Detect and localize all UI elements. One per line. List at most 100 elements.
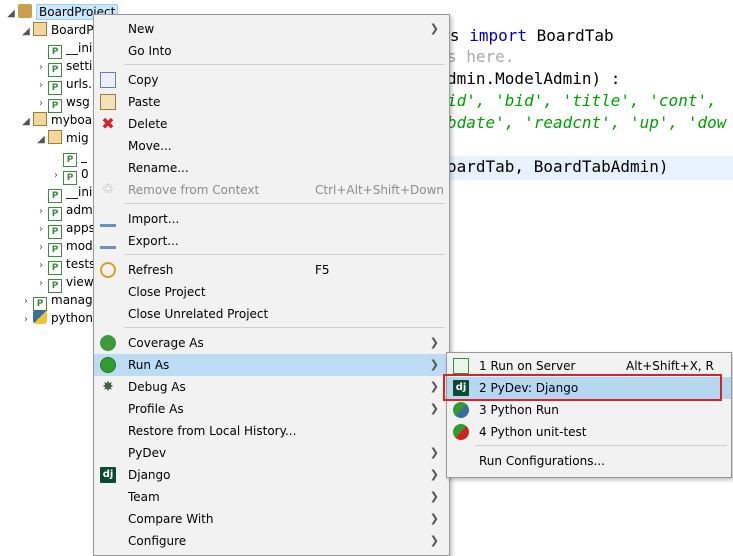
tree-item[interactable]: › Pmanag [19,291,93,311]
expand-arrow-icon[interactable]: ◢ [4,5,18,23]
tree-item-label: myboa [51,113,93,127]
tree-item[interactable]: › Padm [34,201,93,221]
tree-item[interactable]: › Purls. [34,75,92,95]
tree-item[interactable]: › Pmod [34,237,93,257]
submenu-arrow-icon: ❯ [429,402,439,415]
submenu-arrow-icon: ❯ [429,534,439,547]
package-icon [48,130,62,144]
menu-separator [124,64,445,65]
tree-item[interactable]: › Ptests [34,255,96,275]
menu-item-import[interactable]: Import... [94,208,449,230]
tree-item-label: apps [66,221,95,235]
refresh-icon [100,262,116,278]
tree-item[interactable]: › Papps [34,219,95,239]
menu-item-configure[interactable]: Configure ❯ [94,530,449,552]
expand-arrow-icon[interactable]: ◢ [19,23,33,41]
tree-item-label: __ini [66,41,93,55]
server-icon [453,358,469,374]
submenu-arrow-icon: ❯ [429,512,439,525]
expand-arrow-icon[interactable]: ◢ [34,131,48,149]
menu-item-paste[interactable]: Paste [94,91,449,113]
menu-item-coverage-as[interactable]: Coverage As ❯ [94,332,449,354]
tree-item[interactable]: › Pview [34,273,94,293]
menu-item-debug-as[interactable]: ✸ Debug As ❯ [94,376,449,398]
menu-item-shortcut: F5 [315,263,330,277]
tree-item[interactable]: › Pwsg [34,93,90,113]
copy-icon [100,72,116,88]
submenu-item-label: 3 Python Run [479,403,559,417]
tree-item[interactable]: › python [19,309,93,327]
menu-item-export[interactable]: Export... [94,230,449,252]
menu-item-delete[interactable]: ✖ Delete [94,113,449,135]
menu-item-team[interactable]: Team ❯ [94,486,449,508]
menu-item-restore-from-local-history[interactable]: Restore from Local History... [94,420,449,442]
tree-item[interactable]: P __ini [34,39,93,59]
tree-item[interactable]: ◢ myboa [19,111,92,129]
menu-item-label: Profile As [128,402,184,416]
menu-item-remove-from-context[interactable]: ♲ Remove from Context Ctrl+Alt+Shift+Down [94,179,449,201]
tree-item-label: BoardP [51,23,94,37]
python-run-icon [453,402,469,418]
remove-context-icon: ♲ [102,182,114,197]
menu-item-django[interactable]: dj Django ❯ [94,464,449,486]
menu-item-go-into[interactable]: Go Into [94,40,449,62]
context-menu: New ❯ Go Into Copy Paste ✖ Delete Move... Rename… [93,14,450,556]
submenu-item-4-python-unit-test[interactable]: 4 Python unit-test [447,421,731,443]
run-icon [100,357,116,373]
menu-item-move[interactable]: Move... [94,135,449,157]
menu-item-rename[interactable]: Rename... [94,157,449,179]
expand-arrow-icon[interactable]: › [19,311,33,329]
tree-item-label: adm [66,203,93,217]
project-icon [18,4,32,18]
coverage-icon [100,335,116,351]
tree-item[interactable]: ◢ mig [34,129,89,147]
menu-item-label: Import... [128,212,180,226]
menu-item-label: Export... [128,234,179,248]
submenu-arrow-icon: ❯ [429,490,439,503]
menu-item-run-as[interactable]: Run As ❯ [94,354,449,376]
comment-text: s here. [447,47,515,66]
submenu-item-label: 4 Python unit-test [479,425,587,439]
tree-item-label: tests [66,257,96,271]
menu-item-label: Compare With [128,512,214,526]
menu-item-label: Move... [128,139,172,153]
menu-item-close-project[interactable]: Close Project [94,281,449,303]
export-icon [100,233,116,249]
menu-item-label: Restore from Local History... [128,424,297,438]
submenu-item-run-configurations[interactable]: Run Configurations... [447,450,731,472]
menu-item-label: Configure [128,534,187,548]
menu-item-close-unrelated-project[interactable]: Close Unrelated Project [94,303,449,325]
python-unittest-icon [453,424,469,440]
submenu-arrow-icon: ❯ [429,358,439,371]
menu-item-copy[interactable]: Copy [94,69,449,91]
tree-item-label: mig [66,131,89,145]
package-icon [33,112,47,126]
menu-separator [124,203,445,204]
menu-item-pydev[interactable]: PyDev ❯ [94,442,449,464]
menu-item-label: Debug As [128,380,186,394]
menu-item-refresh[interactable]: Refresh F5 [94,259,449,281]
menu-item-new[interactable]: New ❯ [94,18,449,40]
python-library-icon [33,310,47,324]
list-display-fields: id', 'bid', 'title', 'cont', [447,91,717,110]
menu-item-label: New [128,22,155,36]
menu-separator [124,254,445,255]
menu-item-compare-with[interactable]: Compare With ❯ [94,508,449,530]
expand-arrow-icon[interactable]: ◢ [19,113,33,131]
menu-item-profile-as[interactable]: Profile As ❯ [94,398,449,420]
run-as-submenu: 1 Run on Server Alt+Shift+X, Rdj 2 PyDev: … [446,352,732,478]
submenu-arrow-icon: ❯ [429,22,439,35]
package-icon [33,22,47,36]
tree-item-label: setti [66,59,93,73]
tree-item[interactable]: › P 0 [49,165,89,185]
delete-icon: ✖ [101,114,115,133]
import-icon [100,211,116,227]
submenu-item-3-python-run[interactable]: 3 Python Run [447,399,731,421]
tree-item[interactable]: ◢ BoardP [19,21,94,39]
menu-item-label: Remove from Context [128,183,260,197]
list-display-fields-2: bdate', 'readcnt', 'up', 'dow [447,113,727,132]
tree-item-label: view [66,275,94,289]
tree-item[interactable]: › Psetti [34,57,93,77]
tree-item[interactable]: P _ [49,147,87,167]
tree-item[interactable]: P __ini [34,183,92,203]
